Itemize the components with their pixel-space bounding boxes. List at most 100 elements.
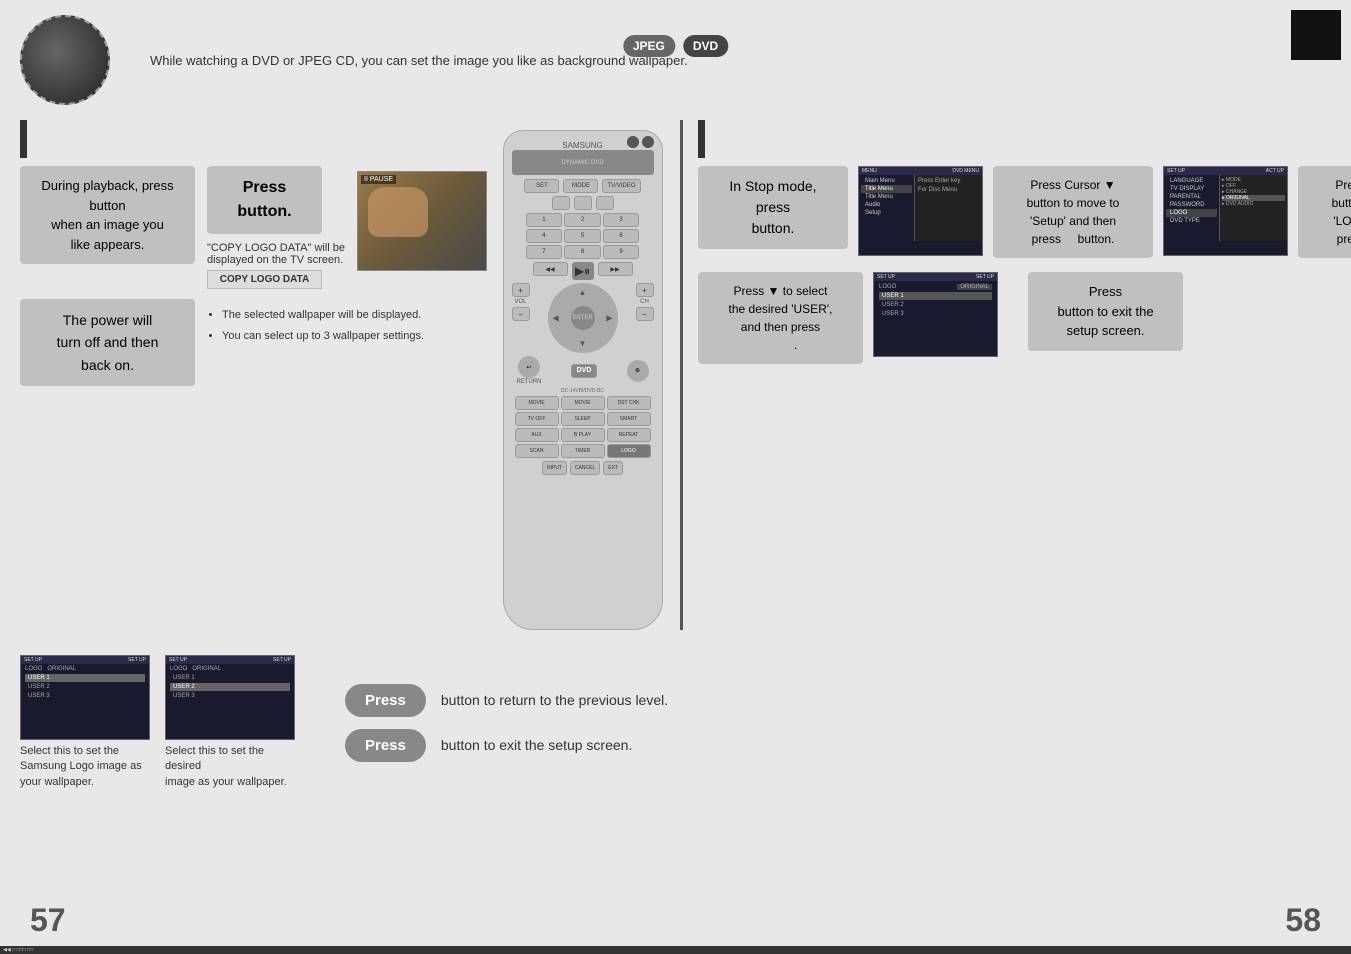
tv1-title-menu2: Title Menu bbox=[861, 193, 912, 201]
remote-empty3 bbox=[596, 196, 614, 210]
photo-thumbnail: II PAUSE bbox=[357, 171, 487, 271]
press-exit-text: Pressbutton to exit thesetup screen. bbox=[1057, 284, 1153, 338]
remote-bottom-grid: MOVIE MOVIE DST CHK TV OFF SLEEP SMART A… bbox=[515, 396, 651, 458]
bottom-screenshot-2: SET UPSET UP LOGO ORIGINAL USER 1 USER 2… bbox=[165, 655, 295, 790]
remote-btn-1[interactable]: 1 bbox=[526, 213, 563, 227]
remote-btn-5[interactable]: 5 bbox=[564, 229, 601, 243]
tv2-tv-display: TV DISPLAY bbox=[1166, 185, 1217, 193]
remote-str-back[interactable]: ◀◀ bbox=[533, 262, 568, 276]
logo-circle bbox=[20, 15, 110, 105]
bottom-screenshot-1: SET UPSET UP LOGO ORIGINAL USER 1 USER 2… bbox=[20, 655, 150, 790]
step1-left-text: During playback, pressbuttonwhen an imag… bbox=[41, 178, 173, 252]
tv4-original-val: ORIGINAL bbox=[957, 284, 992, 290]
tv2-password: PASSWORD bbox=[1166, 201, 1217, 209]
remote-set-btn[interactable]: SET bbox=[524, 179, 559, 193]
remote-sleep[interactable]: SLEEP bbox=[561, 412, 605, 426]
remote-extra-btn[interactable]: EXT bbox=[603, 461, 623, 475]
tv4-logo-label: LOGO bbox=[879, 284, 896, 290]
in-stop-mode-box: In Stop mode,pressbutton. bbox=[698, 166, 848, 249]
remote-left-arrow[interactable]: ◀ bbox=[553, 314, 559, 323]
tv4-user1: USER 1 bbox=[879, 292, 992, 300]
remote-control-area: SAMSUNG DYNAMIC·DVD SET MODE TV/VIDEO bbox=[490, 120, 675, 630]
remote-tv-video-btn[interactable]: TV/VIDEO bbox=[602, 179, 640, 193]
tv1-title-menu1: Title Menu bbox=[861, 185, 912, 193]
remote-return-btn[interactable]: ↩ bbox=[518, 356, 540, 378]
remote-scan[interactable]: SCAN bbox=[515, 444, 559, 458]
step2-left-box: The power willturn off and thenback on. bbox=[20, 299, 195, 386]
remote-btn-9[interactable]: 9 bbox=[603, 245, 640, 259]
tv4-user3: USER 3 bbox=[879, 310, 992, 318]
remote-aux[interactable]: AUX bbox=[515, 428, 559, 442]
press1-desc: button to return to the previous level. bbox=[441, 692, 668, 708]
remote-str-fwd[interactable]: ▶▶ bbox=[598, 262, 633, 276]
remote-btn-2[interactable]: 2 bbox=[564, 213, 601, 227]
remote-repeat[interactable]: REPEAT bbox=[607, 428, 651, 442]
remote-center-btn[interactable]: ▶⏸ bbox=[572, 262, 594, 280]
return-btn-group: ↩ RETURN bbox=[517, 356, 542, 385]
remote-smart[interactable]: SMART bbox=[607, 412, 651, 426]
bottom-tv2-user3: USER 3 bbox=[170, 692, 290, 700]
remote-enter-btn[interactable]: ENTER bbox=[571, 306, 595, 330]
remote-right-arrow[interactable]: ▶ bbox=[606, 314, 612, 323]
remote-zoom-btn[interactable]: ⊕ bbox=[627, 360, 649, 382]
bullet1: The selected wallpaper will be displayed… bbox=[222, 307, 447, 325]
remote-cancel-btn[interactable]: CANCEL bbox=[570, 461, 600, 475]
badge-dvd: DVD bbox=[683, 35, 728, 57]
remote-dvd-btn[interactable]: DVD bbox=[571, 364, 598, 378]
remote-up-arrow[interactable]: ▲ bbox=[579, 288, 587, 297]
remote-mode-btn[interactable]: MODE bbox=[563, 179, 598, 193]
remote-btn-7[interactable]: 7 bbox=[526, 245, 563, 259]
right-content-block: In Stop mode,pressbutton. MENUDVD MENU M… bbox=[680, 120, 1351, 630]
remote-down-arrow[interactable]: ▼ bbox=[579, 339, 587, 348]
page-right: 58 bbox=[1285, 902, 1321, 939]
remote-btn-3[interactable]: 3 bbox=[603, 213, 640, 227]
bottom-screenshots: SET UPSET UP LOGO ORIGINAL USER 1 USER 2… bbox=[20, 655, 295, 790]
step1-left-box: During playback, pressbuttonwhen an imag… bbox=[20, 166, 195, 264]
tv4-user2: USER 2 bbox=[879, 301, 992, 309]
tv2-logo: LOGO bbox=[1166, 209, 1217, 217]
remote-tv-off[interactable]: TV OFF bbox=[515, 412, 559, 426]
remote-btn-8[interactable]: 8 bbox=[564, 245, 601, 259]
remote-ch-down[interactable]: − bbox=[636, 307, 654, 321]
remote-input-btn[interactable]: INPUT bbox=[542, 461, 567, 475]
remote-movie2-btn[interactable]: MOVIE bbox=[561, 396, 605, 410]
remote-empty2 bbox=[574, 196, 592, 210]
remote-display: DYNAMIC·DVD bbox=[512, 150, 654, 175]
corner-decoration bbox=[1291, 10, 1341, 60]
tv1-main-menu: Main Menu bbox=[861, 177, 912, 185]
cursor-logo-box: Press Cursor ▼button to move to'LOGO' an… bbox=[1298, 166, 1351, 258]
tv1-press-enter: Press Enter key bbox=[918, 178, 979, 184]
remote-btn-4[interactable]: 4 bbox=[526, 229, 563, 243]
tv1-title: MENU bbox=[862, 168, 877, 174]
bottom-press-rows: Press button to return to the previous l… bbox=[345, 655, 1331, 790]
remote-logo[interactable]: LOGO bbox=[607, 444, 651, 458]
bottom-tv1-user1: USER 1 bbox=[25, 674, 145, 682]
in-stop-mode-text: In Stop mode,pressbutton. bbox=[729, 178, 816, 236]
remote-dst-chk[interactable]: DST CHK bbox=[607, 396, 651, 410]
tv1-audio: Audio bbox=[861, 201, 912, 209]
remote-vol-down[interactable]: − bbox=[512, 307, 530, 321]
remote-b-play[interactable]: B PLAY bbox=[561, 428, 605, 442]
bullet2: You can select up to 3 wallpaper setting… bbox=[222, 328, 447, 346]
badge-jpeg: JPEG bbox=[623, 35, 675, 57]
press-select-user-box: Press ▼ to selectthe desired 'USER',and … bbox=[698, 272, 863, 364]
bottom-caption-1: Select this to set the Samsung Logo imag… bbox=[20, 744, 150, 790]
remote-vol-up[interactable]: + bbox=[512, 283, 530, 297]
remote-timer[interactable]: TIMER bbox=[561, 444, 605, 458]
tv-screen-user-select: SET UPSET UP LOGO ORIGINAL USER 1 USER 2… bbox=[873, 272, 998, 357]
bottom-caption-2: Select this to set the desired image as … bbox=[165, 744, 295, 790]
step1-press-box: Press button. bbox=[207, 166, 322, 234]
remote-empty1 bbox=[552, 196, 570, 210]
tv2-language: LANGUAGE bbox=[1166, 177, 1217, 185]
press-select-user-text: Press ▼ to selectthe desired 'USER',and … bbox=[729, 284, 833, 352]
section-divider-bar bbox=[20, 120, 27, 158]
press2-desc: button to exit the setup screen. bbox=[441, 737, 632, 753]
remote-dpad[interactable]: ▲ ▼ ◀ ▶ ENTER bbox=[548, 283, 618, 353]
remote-ch-up[interactable]: + bbox=[636, 283, 654, 297]
left-content-block: During playback, pressbuttonwhen an imag… bbox=[20, 120, 490, 630]
copy-logo-note: "COPY LOGO DATA" will be displayed on th… bbox=[207, 242, 345, 266]
remote-movie-btn[interactable]: MOVIE bbox=[515, 396, 559, 410]
step1-press-text: Press button. bbox=[237, 179, 291, 220]
remote-btn-6[interactable]: 6 bbox=[603, 229, 640, 243]
step2-left-text: The power willturn off and thenback on. bbox=[57, 312, 159, 373]
